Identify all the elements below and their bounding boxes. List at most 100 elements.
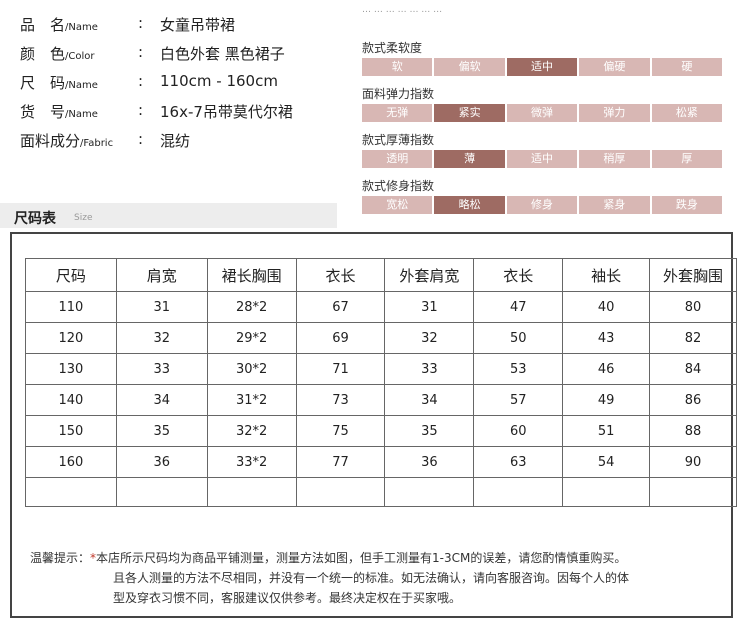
table-cell: 31	[384, 291, 475, 323]
table-cell: 32	[115, 322, 208, 354]
info-colon: :	[138, 14, 144, 32]
table-cell-empty	[649, 477, 737, 507]
table-row: 110 31 28*2 67 31 47 40 80	[25, 291, 737, 323]
scale-option: 微弹	[506, 104, 578, 122]
warm-tip-note: 温馨提示：*本店所示尺码均为商品平铺测量，测量方法如图，但手工测量有1-3CM的…	[30, 548, 720, 608]
table-cell-empty	[206, 477, 297, 507]
scale-option: 偏硬	[579, 58, 650, 76]
scale-title: 款式柔软度	[362, 41, 423, 55]
table-cell: 88	[649, 415, 737, 447]
scale-option: 修身	[506, 196, 578, 214]
scale-option: 软	[362, 58, 433, 76]
table-header-cell: 外套胸围	[649, 258, 737, 292]
table-cell: 71	[295, 353, 386, 385]
table-header-cell: 外套肩宽	[384, 258, 475, 292]
scale-option: 紧身	[579, 196, 650, 214]
table-cell: 57	[473, 384, 564, 416]
table-cell: 150	[25, 415, 117, 447]
indicator-scales: 款式柔软度软偏软 适中 偏硬硬面料弹力指数 无弹 紧实 微弹 弹力 松紧 款式厚薄指数 透明薄适中…	[362, 40, 723, 224]
table-cell: 33	[384, 353, 475, 385]
size-chart-title: 尺码表	[14, 211, 56, 227]
table-cell: 63	[473, 446, 564, 478]
info-label-en: /Fabric	[80, 138, 114, 149]
scale-title: 款式修身指数	[362, 179, 435, 193]
info-colon: :	[138, 72, 144, 90]
table-cell: 77	[295, 446, 386, 478]
product-info: 品 名/Name: 女童吊带裙颜 色/Color: 白色外套 黑色裙子尺 码/Nam…	[20, 10, 350, 155]
table-cell: 46	[562, 353, 651, 385]
table-cell: 75	[295, 415, 386, 447]
table-header-cell: 衣长	[473, 258, 564, 292]
table-cell: 60	[473, 415, 564, 447]
table-cell: 86	[649, 384, 737, 416]
table-cell-empty	[562, 477, 651, 507]
scale-option: 硬	[651, 58, 723, 76]
info-label-en: /Name	[65, 80, 98, 91]
table-cell: 35	[115, 415, 208, 447]
table-cell: 40	[562, 291, 651, 323]
table-cell-empty	[295, 477, 386, 507]
table-row: 150 35 32*2 75 35 60 51 88	[25, 415, 737, 447]
table-cell: 73	[295, 384, 386, 416]
table-cell: 35	[384, 415, 475, 447]
info-colon: :	[138, 130, 144, 148]
scale-bar: 无弹 紧实 微弹 弹力 松紧	[362, 104, 723, 122]
table-cell: 33	[115, 353, 208, 385]
info-label-cn: 品 名	[20, 16, 66, 34]
table-cell: 120	[25, 322, 117, 354]
table-header-cell: 肩宽	[115, 258, 208, 292]
info-value: 女童吊带裙	[160, 16, 236, 34]
table-cell: 34	[115, 384, 208, 416]
table-cell: 67	[295, 291, 386, 323]
table-cell: 82	[649, 322, 737, 354]
table-cell: 110	[25, 291, 117, 323]
table-header-cell: 尺码	[25, 258, 117, 292]
scale-option-selected: 紧实	[434, 104, 505, 122]
table-cell: 31	[115, 291, 208, 323]
scale-bar: 宽松 略松 修身 紧身 跌身	[362, 196, 723, 214]
info-value: 白色外套 黑色裙子	[160, 45, 285, 63]
info-row: 货 号/Name:16x-7吊带莫代尔裙	[20, 97, 350, 126]
note-line-3: 型及穿衣习惯不同，客服建议仅供参考。最终决定权在于买家哦。	[113, 591, 462, 605]
table-cell: 51	[562, 415, 651, 447]
info-label: 面料成分/Fabric	[20, 130, 113, 151]
info-label: 颜 色/Color	[20, 43, 95, 64]
info-label-cn: 货 号	[20, 103, 66, 121]
table-header-cell: 裙长胸围	[206, 258, 297, 292]
table-cell: 54	[562, 446, 651, 478]
info-colon: :	[138, 101, 144, 119]
table-cell: 49	[562, 384, 651, 416]
table-cell: 36	[115, 446, 208, 478]
table-cell: 90	[649, 446, 737, 478]
table-row: 160 36 33*2 77 36 63 54 90	[25, 446, 737, 478]
scale-option: 适中	[506, 150, 578, 168]
size-chart-header: 尺码表 Size	[0, 203, 337, 228]
info-label: 货 号/Name	[20, 101, 98, 122]
table-row-empty	[25, 477, 737, 507]
table-cell: 36	[384, 446, 475, 478]
table-cell: 69	[295, 322, 386, 354]
table-cell: 32	[384, 322, 475, 354]
scale-option: 弹力	[579, 104, 650, 122]
info-colon: :	[138, 43, 144, 61]
table-header-cell: 袖长	[562, 258, 651, 292]
table-cell-empty	[384, 477, 475, 507]
info-label-en: /Color	[65, 51, 95, 62]
scale-option: 厚	[651, 150, 723, 168]
scale-option: 透明	[362, 150, 433, 168]
scale-option: 无弹	[362, 104, 433, 122]
table-cell: 130	[25, 353, 117, 385]
info-label-en: /Name	[65, 22, 98, 33]
info-label-en: /Name	[65, 109, 98, 120]
table-cell: 31*2	[206, 384, 297, 416]
info-row: 品 名/Name: 女童吊带裙	[20, 10, 350, 39]
info-row: 颜 色/Color: 白色外套 黑色裙子	[20, 39, 350, 68]
table-cell: 33*2	[206, 446, 297, 478]
table-row: 120 32 29*2 69 32 50 43 82	[25, 322, 737, 354]
info-value: 110cm - 160cm	[160, 72, 278, 90]
scale-option: 宽松	[362, 196, 433, 214]
scale-option: 偏软	[434, 58, 505, 76]
table-cell: 50	[473, 322, 564, 354]
table-cell: 30*2	[206, 353, 297, 385]
scale-option: 稍厚	[579, 150, 650, 168]
